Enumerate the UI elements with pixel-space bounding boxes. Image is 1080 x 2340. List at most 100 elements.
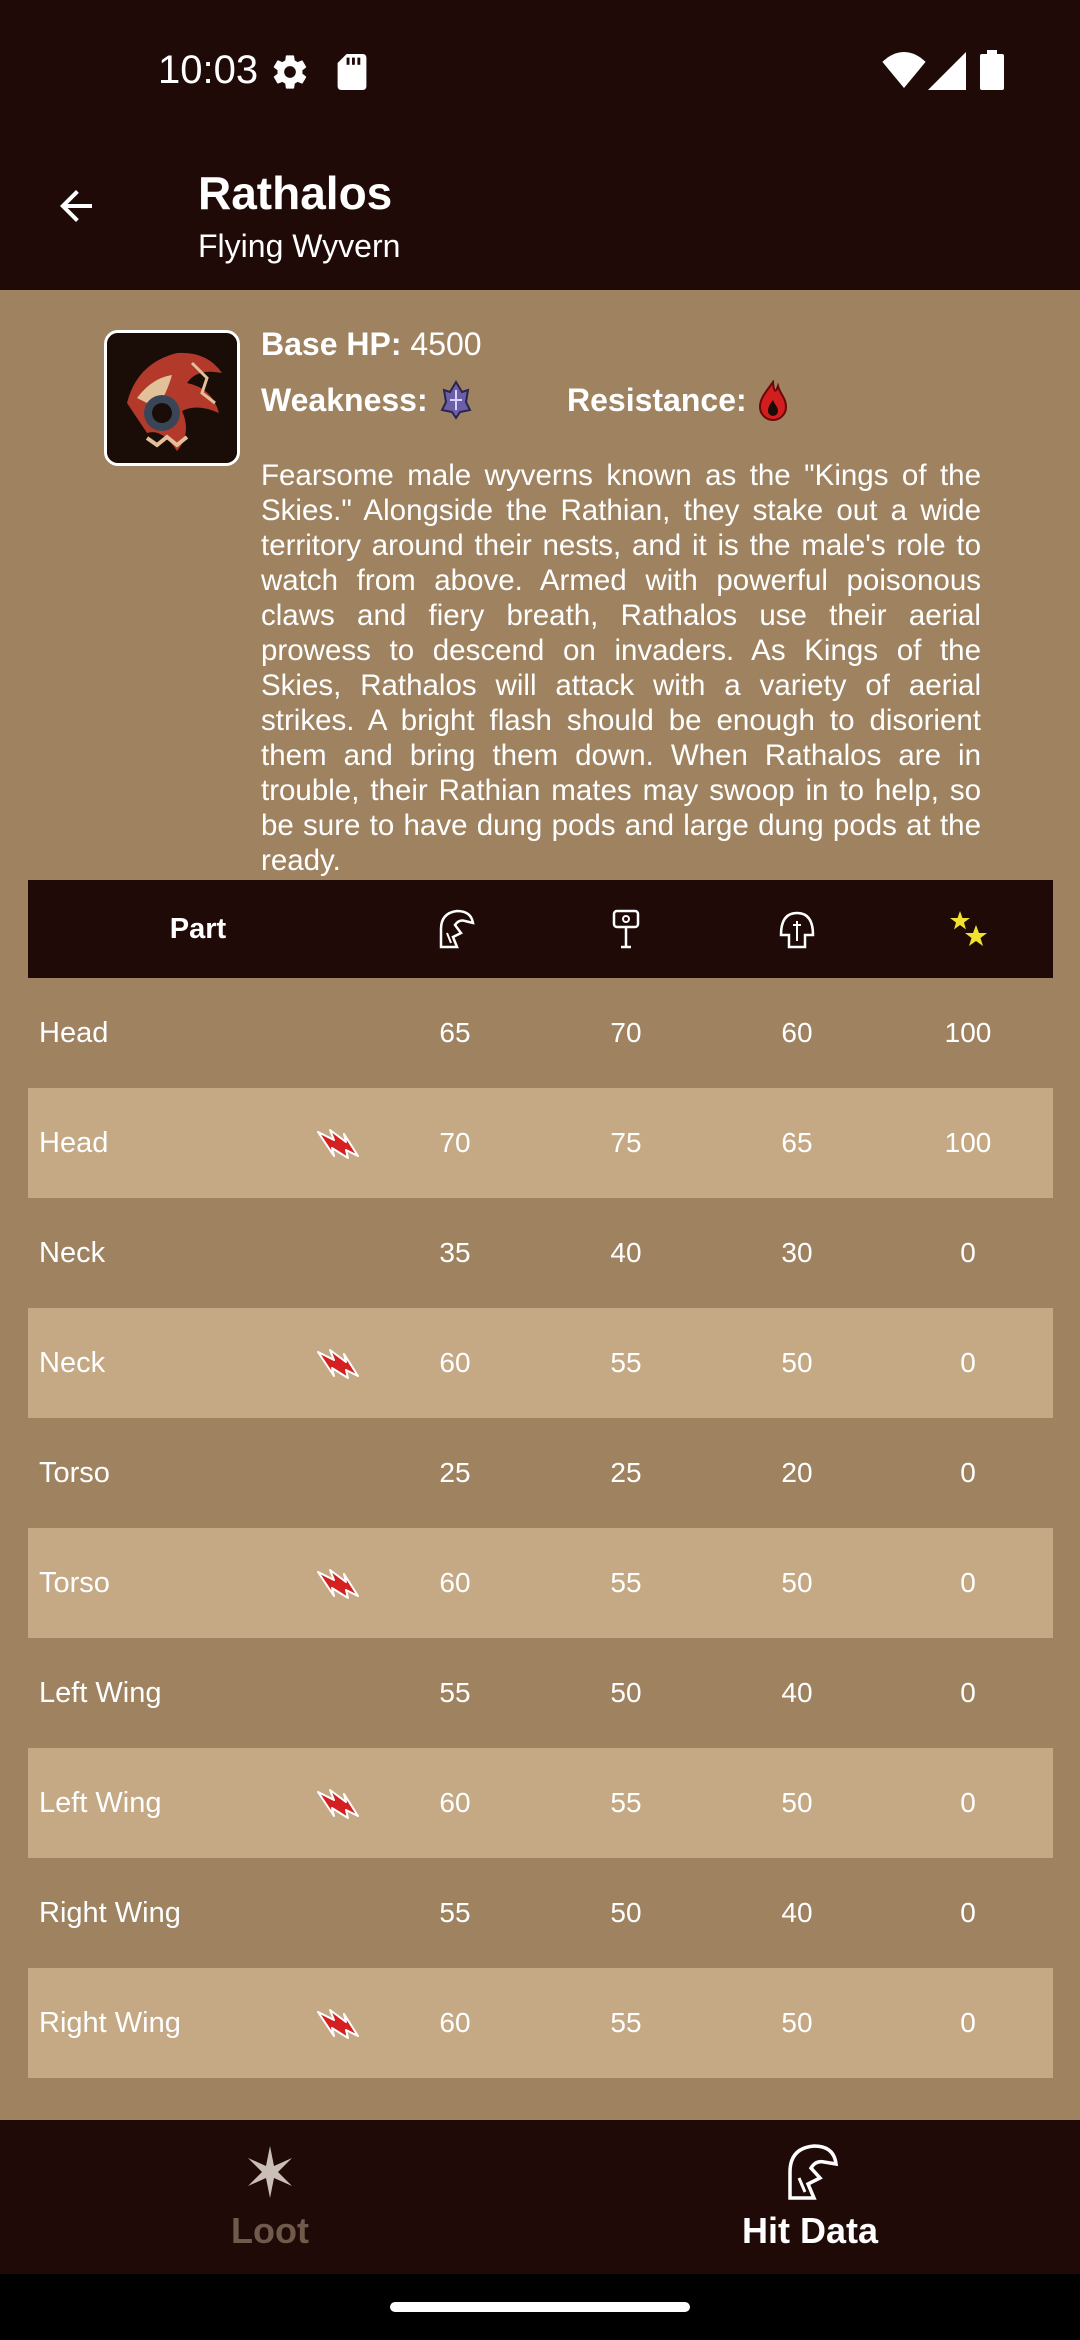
cell-cut-value: 60 — [439, 1567, 471, 1598]
settings-gear-icon — [273, 55, 307, 89]
cell-cut-value: 65 — [439, 1017, 471, 1048]
cell-shot-value: 50 — [781, 1787, 813, 1818]
battery-icon — [980, 50, 1004, 90]
arrow-back-icon — [60, 190, 92, 222]
cell-stun-value: 100 — [944, 1127, 992, 1158]
break-part-icon — [317, 1349, 359, 1379]
nav-label-loot: Loot — [231, 2210, 309, 2251]
cell-blunt-value: 55 — [610, 1567, 642, 1598]
cell-stun-value: 0 — [960, 1897, 976, 1928]
table-row: Torso 60 55 50 0 — [28, 1528, 1053, 1638]
stun-star-icon — [950, 911, 987, 946]
table-row: Right Wing 60 55 50 0 — [28, 1968, 1053, 2078]
cell-shot-value: 40 — [781, 1677, 813, 1708]
table-row: Neck 60 55 50 0 — [28, 1308, 1053, 1418]
cell-cut-value: 55 — [439, 1677, 471, 1708]
cell-part-name: Right Wing — [39, 2006, 181, 2039]
nav-tab-loot[interactable]: Loot — [0, 2120, 540, 2274]
monster-icon — [104, 330, 240, 466]
cell-blunt-value: 50 — [610, 1897, 642, 1928]
page-title: Rathalos — [198, 167, 393, 219]
cell-blunt-value: 50 — [610, 1677, 642, 1708]
cell-stun-value: 0 — [960, 1567, 976, 1598]
cell-part-name: Neck — [39, 1346, 106, 1379]
cell-part-name: Right Wing — [39, 1896, 181, 1929]
break-part-icon — [317, 1569, 359, 1599]
cell-part-name: Head — [39, 1016, 109, 1049]
page-subtitle: Flying Wyvern — [198, 228, 401, 264]
cell-blunt-value: 25 — [610, 1457, 642, 1488]
home-gesture-bar[interactable] — [390, 2302, 690, 2312]
cell-signal-icon — [928, 52, 966, 90]
dragon-element-icon — [440, 380, 472, 420]
sever-helmet-icon — [439, 909, 475, 949]
cell-part-name: Head — [39, 1126, 109, 1159]
loot-sparkle-icon — [248, 2146, 292, 2198]
cell-stun-value: 100 — [944, 1017, 992, 1048]
bottom-navigation: Loot Hit Data — [0, 2120, 1080, 2274]
cell-part-name: Torso — [39, 1456, 110, 1489]
table-row: Torso 25 25 20 0 — [28, 1418, 1053, 1528]
table-row: Left Wing 60 55 50 0 — [28, 1748, 1053, 1858]
status-bar: 10:03 — [0, 0, 1080, 140]
back-button[interactable] — [40, 170, 112, 242]
break-part-icon — [317, 1789, 359, 1819]
wifi-icon — [882, 52, 926, 88]
cell-blunt-value: 75 — [610, 1127, 642, 1158]
hit-data-helmet-icon — [788, 2144, 838, 2200]
status-time: 10:03 — [158, 48, 259, 92]
table-row: Right Wing 55 50 40 0 — [28, 1858, 1053, 1968]
nav-label-hit-data: Hit Data — [741, 2210, 879, 2251]
table-row: Left Wing 55 50 40 0 — [28, 1638, 1053, 1748]
cell-shot-value: 50 — [781, 2007, 813, 2038]
system-navigation-area — [0, 2274, 1080, 2340]
table-row: Head 70 75 65 100 — [28, 1088, 1053, 1198]
column-header-part: Part — [169, 912, 227, 945]
monster-description: Fearsome male wyverns known as the "King… — [261, 459, 981, 877]
cell-stun-value: 0 — [960, 2007, 976, 2038]
shot-helmet-icon — [779, 911, 815, 949]
cell-shot-value: 65 — [781, 1127, 813, 1158]
cell-stun-value: 0 — [960, 1787, 976, 1818]
cell-blunt-value: 55 — [610, 1787, 642, 1818]
cell-part-name: Torso — [39, 1566, 110, 1599]
cell-shot-value: 20 — [781, 1457, 813, 1488]
cell-cut-value: 70 — [439, 1127, 471, 1158]
base-hp-value: 4500 — [410, 326, 482, 362]
hit-data-table: Part Head 65 70 60 100 Head 70 75 65 100 Neck 35 40 3… — [28, 880, 1053, 2078]
cell-stun-value: 0 — [960, 1347, 976, 1378]
table-header: Part — [28, 880, 1053, 978]
cell-shot-value: 40 — [781, 1897, 813, 1928]
cell-stun-value: 0 — [960, 1237, 976, 1268]
table-body: Head 65 70 60 100 Head 70 75 65 100 Neck 35 40 30 0 Nec… — [28, 978, 1053, 2078]
nav-tab-hit-data[interactable]: Hit Data — [540, 2120, 1080, 2274]
cell-cut-value: 35 — [439, 1237, 471, 1268]
base-hp: Base HP: 4500 — [261, 326, 482, 363]
cell-cut-value: 60 — [439, 1347, 471, 1378]
cell-part-name: Left Wing — [39, 1676, 162, 1709]
cell-shot-value: 50 — [781, 1567, 813, 1598]
cell-blunt-value: 55 — [610, 2007, 642, 2038]
table-row: Head 65 70 60 100 — [28, 978, 1053, 1088]
cell-part-name: Neck — [39, 1236, 106, 1269]
cell-cut-value: 25 — [439, 1457, 471, 1488]
blunt-hammer-icon — [612, 909, 640, 949]
fire-element-icon — [758, 380, 788, 421]
cell-shot-value: 30 — [781, 1237, 813, 1268]
cell-shot-value: 50 — [781, 1347, 813, 1378]
break-part-icon — [317, 1129, 359, 1159]
cell-cut-value: 55 — [439, 1897, 471, 1928]
cell-blunt-value: 40 — [610, 1237, 642, 1268]
app-bar: Rathalos Flying Wyvern — [0, 140, 1080, 290]
weakness-label: Weakness: — [261, 382, 428, 418]
cell-blunt-value: 70 — [610, 1017, 642, 1048]
cell-stun-value: 0 — [960, 1457, 976, 1488]
sd-card-icon — [337, 54, 367, 90]
rathalos-portrait-icon — [107, 333, 237, 463]
cell-cut-value: 60 — [439, 2007, 471, 2038]
base-hp-label: Base HP: — [261, 326, 402, 362]
cell-blunt-value: 55 — [610, 1347, 642, 1378]
cell-cut-value: 60 — [439, 1787, 471, 1818]
cell-part-name: Left Wing — [39, 1786, 162, 1819]
break-part-icon — [317, 2009, 359, 2039]
